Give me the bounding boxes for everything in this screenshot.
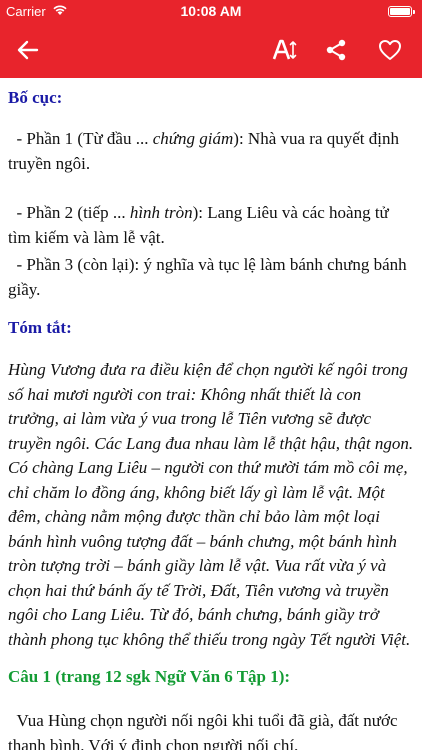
- summary-text: Hùng Vương đưa ra điều kiện để chọn ngườ…: [8, 360, 414, 649]
- nav-bar: [0, 22, 422, 78]
- favorite-button[interactable]: [370, 30, 410, 70]
- font-size-button[interactable]: [265, 30, 305, 70]
- font-size-icon: [272, 39, 297, 60]
- answer-text: Vua Hùng chọn người nối ngôi khi tuổi đã…: [8, 711, 398, 750]
- outline-part-2: - Phần 2 (tiếp ... hình tròn): Lang Liêu…: [8, 203, 389, 247]
- back-arrow-icon: [17, 40, 39, 60]
- battery-icon: [388, 6, 415, 17]
- back-button[interactable]: [8, 30, 48, 70]
- status-time: 10:08 AM: [180, 3, 242, 19]
- status-bar: Carrier 10:08 AM: [0, 0, 422, 22]
- outline-part-1: - Phần 1 (Từ đầu ... chứng giám): Nhà vu…: [8, 129, 399, 173]
- article-content[interactable]: Bố cục: - Phần 1 (Từ đầu ... chứng giám)…: [0, 78, 422, 750]
- share-icon: [326, 39, 346, 61]
- summary-heading: Tóm tắt:: [8, 318, 72, 337]
- heart-icon: [379, 40, 401, 60]
- share-button[interactable]: [316, 30, 356, 70]
- outline-heading: Bố cục:: [8, 88, 63, 107]
- question-heading: Câu 1 (trang 12 sgk Ngữ Văn 6 Tập 1):: [8, 667, 291, 686]
- outline-part-3: - Phần 3 (còn lại): ý nghĩa và tục lệ là…: [8, 255, 407, 299]
